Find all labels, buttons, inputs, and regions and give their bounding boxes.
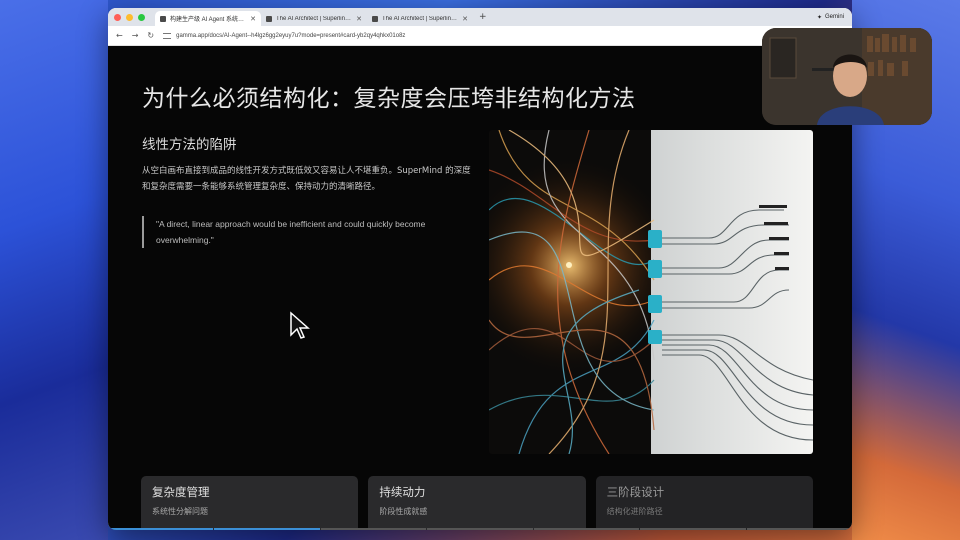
address-bar[interactable]: gamma.app/docs/AI-Agent--h4lgz6gg2eyuy7u…	[163, 32, 812, 39]
tab-ai-architect-2[interactable]: The AI Architect | Superlinear ✕	[367, 11, 473, 26]
card-subtitle: 阶段性成就感	[379, 507, 428, 516]
new-tab-button[interactable]: +	[479, 12, 487, 22]
tab-close-icon[interactable]: ✕	[356, 15, 362, 23]
tab-close-icon[interactable]: ✕	[250, 15, 256, 23]
maximize-window-button[interactable]	[138, 13, 145, 21]
card-subtitle: 系统性分解问题	[152, 507, 208, 516]
url-text: gamma.app/docs/AI-Agent--h4lgz6gg2eyuy7u…	[176, 32, 406, 39]
presenter-webcam-overlay	[762, 28, 932, 125]
browser-window: 构建生产级 AI Agent 系统的框 ✕ The AI Architect |…	[108, 8, 852, 530]
blockquote: "A direct, linear approach would be inef…	[142, 216, 472, 248]
progress-segment	[320, 528, 427, 530]
progress-segment	[427, 528, 533, 530]
desktop-wallpaper-left	[0, 0, 108, 540]
section-heading: 线性方法的陷阱	[142, 137, 237, 153]
tangled-vs-structured-cables-image	[489, 130, 813, 454]
minimize-window-button[interactable]	[126, 13, 133, 21]
gemini-label: Gemini	[824, 14, 844, 20]
forward-icon[interactable]: →	[132, 31, 139, 40]
favicon-icon	[372, 15, 378, 22]
tab-close-icon[interactable]: ✕	[462, 15, 468, 23]
progress-segment	[640, 528, 746, 530]
feature-cards: 复杂度管理 系统性分解问题 持续动力 阶段性成就感 三阶段设计 结构化进阶路径	[141, 476, 813, 530]
card-sustained-momentum[interactable]: 持续动力 阶段性成就感	[368, 476, 586, 530]
tab-bar: 构建生产级 AI Agent 系统的框 ✕ The AI Architect |…	[108, 8, 852, 26]
card-title: 复杂度管理	[152, 485, 210, 499]
card-subtitle: 结构化进阶路径	[606, 507, 663, 516]
close-window-button[interactable]	[114, 13, 121, 21]
tab-label: 构建生产级 AI Agent 系统的框	[170, 17, 247, 23]
tab-ai-architect-1[interactable]: The AI Architect | Superlinear ✕	[261, 11, 367, 26]
slide-title: 为什么必须结构化：复杂度会压垮非结构化方法	[142, 86, 636, 112]
card-title: 三阶段设计	[606, 485, 665, 499]
favicon-icon	[160, 15, 166, 22]
window-controls	[114, 13, 145, 21]
body-paragraph: 从空白画布直接到成品的线性开发方式既低效又容易让人不堪重负。SuperMind …	[142, 166, 471, 192]
slide-progress-bar	[108, 528, 852, 530]
gemini-button[interactable]: ✦ Gemini	[817, 14, 844, 21]
favicon-icon	[266, 15, 272, 22]
progress-segment	[533, 528, 640, 530]
mouse-cursor-icon	[290, 311, 310, 339]
tab-label: The AI Architect | Superlinear	[276, 15, 353, 22]
tab-agent-framework[interactable]: 构建生产级 AI Agent 系统的框 ✕	[155, 11, 261, 26]
site-settings-icon[interactable]	[163, 32, 172, 39]
card-three-stage-design[interactable]: 三阶段设计 结构化进阶路径	[595, 476, 813, 530]
gemini-icon: ✦	[816, 14, 822, 21]
tab-label: The AI Architect | Superlinear	[382, 15, 459, 22]
progress-segment	[214, 528, 320, 530]
reload-icon[interactable]: ↻	[147, 31, 154, 40]
slide-canvas: 为什么必须结构化：复杂度会压垮非结构化方法 线性方法的陷阱 从空白画布直接到成品…	[108, 46, 852, 530]
card-title: 持续动力	[379, 485, 426, 499]
browser-toolbar: ← → ↻ gamma.app/docs/AI-Agent--h4lgz6gg2…	[108, 26, 852, 46]
card-complexity-management[interactable]: 复杂度管理 系统性分解问题	[141, 476, 359, 530]
progress-segment	[108, 528, 214, 530]
back-icon[interactable]: ←	[116, 31, 123, 40]
progress-segment	[746, 528, 852, 530]
